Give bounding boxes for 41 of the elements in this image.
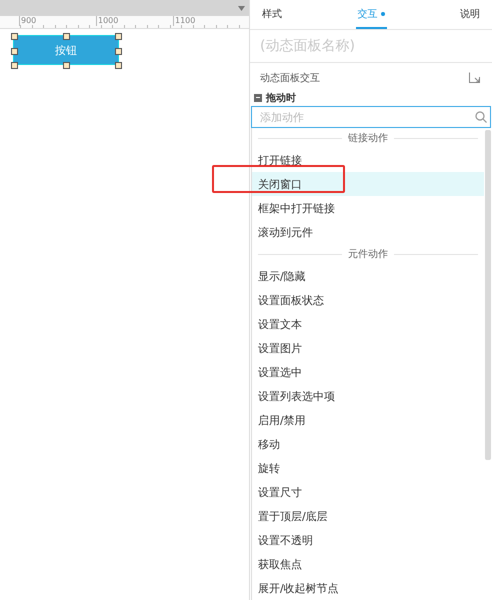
resize-handle[interactable] (115, 62, 122, 69)
action-item[interactable]: 置于顶层/底层 (252, 504, 484, 528)
panel-tab[interactable]: 说明 (458, 0, 482, 30)
action-item[interactable]: 打开链接 (252, 148, 484, 172)
resize-handle[interactable] (63, 62, 70, 69)
scrollbar[interactable] (485, 130, 491, 460)
resize-handle[interactable] (11, 33, 18, 40)
action-item[interactable]: 设置选中 (252, 360, 484, 384)
action-item[interactable]: 移动 (252, 432, 484, 456)
action-item[interactable]: 展开/收起树节点 (252, 576, 484, 600)
expand-icon[interactable] (469, 72, 480, 84)
section-title: 动态面板交互 (260, 72, 320, 85)
ruler-label: 900 (19, 16, 36, 26)
action-item[interactable]: 设置面板状态 (252, 288, 484, 312)
action-item[interactable]: 框架中打开链接 (252, 196, 484, 220)
action-item[interactable]: 启用/禁用 (252, 408, 484, 432)
resize-handle[interactable] (63, 33, 70, 40)
dropdown-icon[interactable] (238, 6, 245, 10)
action-item[interactable]: 滚动到元件 (252, 220, 484, 244)
action-item[interactable]: 获取焦点 (252, 552, 484, 576)
group-header: 元件动作 (348, 248, 388, 261)
action-item[interactable]: 关闭窗口 (252, 172, 484, 196)
search-field[interactable]: 添加动作 (251, 106, 491, 128)
action-item[interactable]: 旋转 (252, 456, 484, 480)
collapse-toggle[interactable] (254, 94, 262, 102)
resize-handle[interactable] (115, 33, 122, 40)
action-item[interactable]: 设置尺寸 (252, 480, 484, 504)
action-item[interactable]: 设置文本 (252, 312, 484, 336)
search-icon[interactable] (475, 111, 487, 123)
resize-handle[interactable] (11, 62, 18, 69)
panel-tab[interactable]: 样式 (260, 0, 284, 30)
event-label: 拖动时 (266, 92, 296, 105)
resize-handle[interactable] (11, 48, 18, 55)
resize-handle[interactable] (115, 48, 122, 55)
ruler-label: 1100 (173, 16, 196, 26)
group-header: 链接动作 (348, 132, 388, 145)
action-item[interactable]: 设置不透明 (252, 528, 484, 552)
action-item[interactable]: 设置列表选中项 (252, 384, 484, 408)
action-item[interactable]: 显示/隐藏 (252, 264, 484, 288)
action-item[interactable]: 设置图片 (252, 336, 484, 360)
ruler-label: 1000 (96, 16, 118, 26)
